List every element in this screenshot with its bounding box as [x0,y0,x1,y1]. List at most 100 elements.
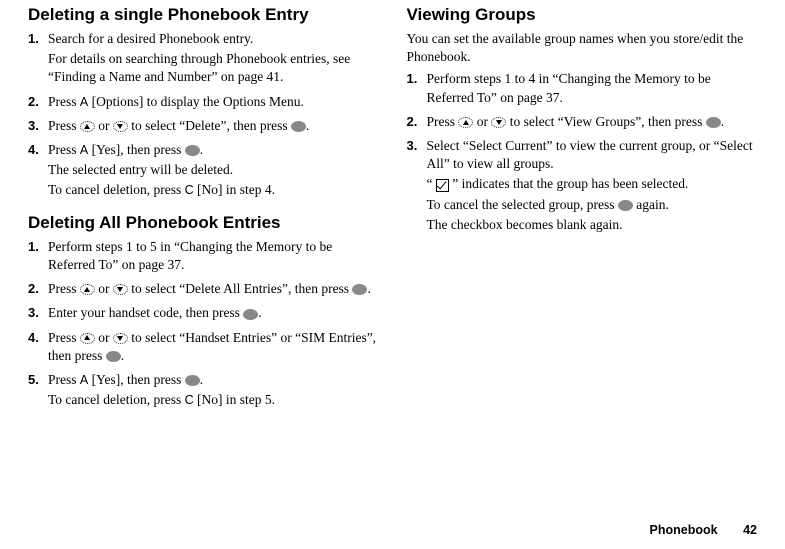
step-number: 3. [28,117,39,135]
text: . [258,305,261,320]
page-number: 42 [743,523,757,537]
down-arrow-icon [491,117,506,128]
up-arrow-icon [458,117,473,128]
text: Press [48,281,80,296]
heading-delete-all: Deleting All Phonebook Entries [28,212,379,235]
ok-button-icon [185,375,200,386]
step-text: Select “Select Current” to view the curr… [427,138,753,171]
ok-button-icon [185,145,200,156]
step-number: 1. [28,238,39,256]
softkey-c: C [185,183,194,197]
right-column: Viewing Groups You can set the available… [407,4,758,506]
step-subtext: The selected entry will be deleted. [48,161,379,179]
text: [Options] to display the Options Menu. [88,94,304,109]
down-arrow-icon [113,121,128,132]
text: ” indicates that the group has been sele… [452,176,688,191]
step-number: 1. [28,30,39,48]
step: 1. Perform steps 1 to 4 in “Changing the… [407,70,758,106]
step: 2. Press A [Options] to display the Opti… [28,93,379,111]
checkbox-checked-icon [436,179,449,192]
text: to select “Delete All Entries”, then pre… [128,281,353,296]
step-number: 3. [407,137,418,155]
text: again. [633,197,669,212]
text: or [95,281,113,296]
step: 4. Press or to select “Handset Entries” … [28,329,379,365]
step-text: Perform steps 1 to 5 in “Changing the Me… [48,239,332,272]
step-subtext: To cancel deletion, press C [No] in step… [48,181,379,199]
text: to select “Delete”, then press [128,118,291,133]
intro-text: You can set the available group names wh… [407,30,758,66]
text: [No] in step 5. [194,392,275,407]
text: [Yes], then press [88,142,185,157]
up-arrow-icon [80,284,95,295]
softkey-a: A [80,95,88,109]
text: . [721,114,724,129]
text: To cancel deletion, press [48,392,185,407]
text: . [200,372,203,387]
steps-viewing-groups: 1. Perform steps 1 to 4 in “Changing the… [407,70,758,234]
step: 3. Press or to select “Delete”, then pre… [28,117,379,135]
step-number: 1. [407,70,418,88]
ok-button-icon [352,284,367,295]
step-number: 5. [28,371,39,389]
softkey-a: A [80,373,88,387]
left-column: Deleting a single Phonebook Entry 1. Sea… [28,4,379,506]
text: Press [427,114,459,129]
up-arrow-icon [80,121,95,132]
steps-delete-single: 1. Search for a desired Phonebook entry.… [28,30,379,200]
text: Press [48,142,80,157]
step-number: 2. [28,93,39,111]
text: Press [48,330,80,345]
ok-button-icon [706,117,721,128]
step-subtext: The checkbox becomes blank again. [427,216,758,234]
step-text: Search for a desired Phonebook entry. [48,31,253,46]
softkey-c: C [185,393,194,407]
step-number: 4. [28,141,39,159]
text: To cancel the selected group, press [427,197,618,212]
footer-section: Phonebook [650,523,718,537]
text: Press [48,94,80,109]
step: 3. Select “Select Current” to view the c… [407,137,758,234]
text: or [473,114,491,129]
text: “ [427,176,433,191]
page-footer: Phonebook 42 [28,506,757,539]
step: 1. Perform steps 1 to 5 in “Changing the… [28,238,379,274]
text: Enter your handset code, then press [48,305,243,320]
down-arrow-icon [113,333,128,344]
step: 2. Press or to select “View Groups”, the… [407,113,758,131]
text: to select “View Groups”, then press [506,114,705,129]
ok-button-icon [106,351,121,362]
text: Press [48,118,80,133]
ok-button-icon [243,309,258,320]
text: Press [48,372,80,387]
ok-button-icon [618,200,633,211]
steps-delete-all: 1. Perform steps 1 to 5 in “Changing the… [28,238,379,410]
text: . [306,118,309,133]
heading-viewing-groups: Viewing Groups [407,4,758,27]
text: or [95,118,113,133]
step-subtext: For details on searching through Phonebo… [48,50,379,86]
text: . [200,142,203,157]
step: 4. Press A [Yes], then press . The selec… [28,141,379,200]
step-number: 3. [28,304,39,322]
text: [No] in step 4. [194,182,275,197]
step-number: 2. [407,113,418,131]
step: 3. Enter your handset code, then press . [28,304,379,322]
text: or [95,330,113,345]
step-number: 2. [28,280,39,298]
text: [Yes], then press [88,372,185,387]
text: . [121,348,124,363]
softkey-a: A [80,143,88,157]
step-text: Perform steps 1 to 4 in “Changing the Me… [427,71,711,104]
up-arrow-icon [80,333,95,344]
heading-delete-single: Deleting a single Phonebook Entry [28,4,379,27]
ok-button-icon [291,121,306,132]
step: 5. Press A [Yes], then press . To cancel… [28,371,379,409]
text: . [367,281,370,296]
text: To cancel deletion, press [48,182,185,197]
down-arrow-icon [113,284,128,295]
step-subtext: “ ” indicates that the group has been se… [427,175,758,193]
step: 1. Search for a desired Phonebook entry.… [28,30,379,87]
step-number: 4. [28,329,39,347]
step-subtext: To cancel deletion, press C [No] in step… [48,391,379,409]
